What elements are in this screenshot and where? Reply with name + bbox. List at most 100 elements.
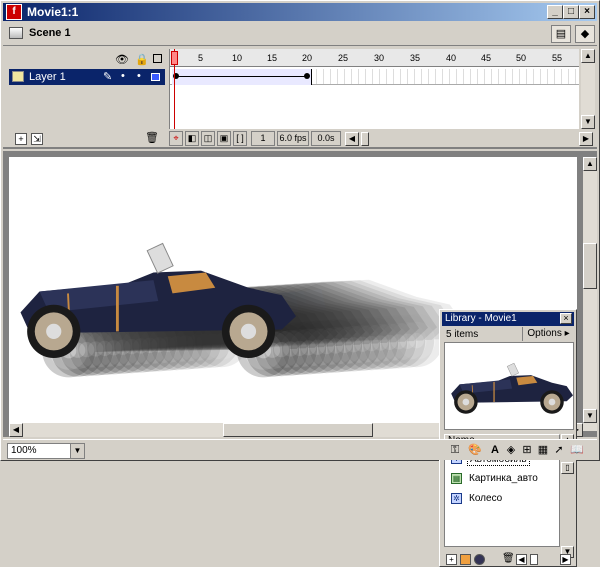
scene-clapper-icon	[9, 27, 23, 39]
options-label: Options	[527, 328, 562, 339]
properties-icon[interactable]	[474, 554, 485, 565]
scene-bar: Scene 1 ▤ ◆	[3, 22, 597, 46]
stage-v-thumb[interactable]	[583, 243, 597, 289]
title-bar: f Movie1:1 _ □ ×	[3, 3, 597, 21]
chevron-down-icon[interactable]: ▼	[70, 444, 84, 458]
frame-ruler[interactable]: 1 5 10 15 20 25 30 35 40 45 50 55	[170, 49, 579, 67]
zoom-value: 100%	[11, 445, 37, 456]
flash-document-window: f Movie1:1 _ □ × Scene 1 ▤ ◆ 👁 🔒 Layer 1…	[0, 0, 600, 567]
scene-panel-icon[interactable]: ▦	[535, 443, 551, 458]
instance-panel-icon[interactable]: ◈	[503, 443, 519, 458]
layer-name: Layer 1	[29, 71, 66, 83]
lock-icon[interactable]: 🔒	[135, 53, 149, 66]
narrow-state-icon[interactable]: ▯	[561, 462, 574, 474]
layer-icon	[12, 71, 24, 82]
status-bar: 100% ▼ ⚿ 🎨 A ◈ ⊞ ▦ ➚ 📖	[3, 439, 597, 460]
library-title: Library - Movie1	[445, 313, 517, 324]
info-panel-icon[interactable]: ⚿	[447, 443, 463, 458]
stage-scroll-down[interactable]: ▼	[583, 409, 597, 423]
outline-color-swatch[interactable]	[151, 73, 160, 81]
ruler-tick: 25	[338, 53, 349, 63]
stage-scroll-left[interactable]: ◀	[9, 423, 23, 437]
layer-header: 👁 🔒	[7, 49, 165, 67]
scroll-up-button[interactable]: ▲	[581, 49, 595, 63]
ruler-tick: 55	[552, 53, 563, 63]
minimize-button[interactable]: _	[547, 5, 563, 19]
library-title-bar: Library - Movie1 ×	[442, 312, 574, 326]
pencil-icon: ✎	[103, 71, 113, 83]
movie-clip-symbol-icon: ✲	[451, 493, 462, 504]
tween-arrow-line	[176, 76, 306, 77]
stage-h-thumb[interactable]	[223, 423, 373, 437]
timeline-h-thumb[interactable]	[361, 132, 369, 146]
timeline-scroll-left[interactable]: ◀	[345, 132, 359, 146]
library-item[interactable]: ▦ Картинка_авто	[445, 470, 559, 488]
library-item[interactable]: ✲ Колесо	[445, 490, 559, 508]
stage-scroll-up[interactable]: ▲	[583, 157, 597, 171]
timeline-status: ⌖ ◧ ◫ ▣ [ ] 1 6.0 fps 0.0s ◀ ▶	[169, 131, 595, 147]
onion-skin-icon[interactable]: ◧	[185, 131, 199, 146]
timeline-scroll-right[interactable]: ▶	[579, 132, 593, 146]
library-scroll-right[interactable]: ▶	[560, 554, 571, 565]
car-preview-image	[451, 362, 573, 414]
playhead-marker[interactable]	[171, 51, 178, 65]
frames-area[interactable]: 1 5 10 15 20 25 30 35 40 45 50 55	[169, 49, 579, 129]
library-options-menu[interactable]: Options ▸	[522, 327, 574, 341]
library-item-list: ✲ Автомобиль ▦ Картинка_авто ✲ Колесо	[444, 447, 560, 547]
library-panel-icon[interactable]: 📖	[569, 443, 585, 458]
flash-app-icon: f	[6, 4, 22, 20]
ruler-tick: 50	[516, 53, 527, 63]
add-guide-layer-icon[interactable]: ⇲	[31, 133, 43, 145]
delete-layer-icon[interactable]: 🗑	[145, 133, 159, 145]
ruler-tick: 40	[446, 53, 457, 63]
stage-vertical-scrollbar[interactable]: ▲ ▼	[583, 157, 597, 431]
timeline-vertical-scrollbar[interactable]: ▲ ▼	[581, 49, 595, 129]
actions-panel-icon[interactable]: ➚	[551, 443, 567, 458]
add-layer-icon[interactable]: +	[15, 133, 27, 145]
new-symbol-icon[interactable]: +	[446, 554, 457, 565]
scroll-down-button[interactable]: ▼	[581, 115, 595, 129]
library-item-label: Колесо	[469, 493, 503, 504]
edit-scene-icon[interactable]: ▤	[551, 25, 571, 43]
edit-multiple-frames-icon[interactable]: ▣	[217, 131, 231, 146]
ruler-tick: 15	[267, 53, 278, 63]
new-folder-icon[interactable]	[460, 554, 471, 565]
bitmap-icon: ▦	[451, 473, 462, 484]
edit-symbols-icon[interactable]: ◆	[575, 25, 595, 43]
library-preview	[444, 342, 574, 430]
onion-outline-icon[interactable]: ◫	[201, 131, 215, 146]
elapsed-time: 0.0s	[311, 131, 341, 146]
timeline-panel: 👁 🔒 Layer 1 ✎ • • + ⇲ 🗑 1 5 10 15 20	[3, 47, 597, 149]
motion-tween-span[interactable]	[172, 69, 312, 85]
outline-icon[interactable]	[153, 54, 162, 63]
modify-markers-icon[interactable]: [ ]	[233, 131, 247, 146]
visibility-dot[interactable]: •	[121, 70, 125, 82]
center-frame-icon[interactable]: ⌖	[169, 131, 183, 146]
align-panel-icon[interactable]: ⊞	[519, 443, 535, 458]
layer-footer: + ⇲ 🗑	[9, 131, 165, 147]
library-item-count: 5 items	[446, 329, 479, 340]
library-scroll-left[interactable]: ◀	[516, 554, 527, 565]
scene-label[interactable]: Scene 1	[29, 27, 71, 39]
maximize-button[interactable]: □	[563, 5, 579, 19]
frame-rate: 6.0 fps	[277, 131, 309, 146]
layer-row-1[interactable]: Layer 1 ✎ • •	[9, 69, 165, 85]
library-h-thumb[interactable]	[530, 554, 538, 565]
library-item-label: Картинка_авто	[469, 473, 538, 484]
lock-dot[interactable]: •	[137, 70, 141, 82]
current-frame: 1	[251, 131, 275, 146]
library-panel: Library - Movie1 × 5 items Options ▸ Nam…	[439, 309, 577, 567]
library-close-button[interactable]: ×	[560, 313, 572, 324]
ruler-tick: 30	[374, 53, 385, 63]
end-keyframe[interactable]	[304, 73, 310, 79]
close-button[interactable]: ×	[579, 5, 595, 19]
ruler-tick: 45	[481, 53, 492, 63]
mixer-panel-icon[interactable]: 🎨	[467, 443, 483, 458]
ruler-tick: 35	[410, 53, 421, 63]
ruler-tick: 20	[302, 53, 313, 63]
ruler-tick: 5	[198, 53, 204, 63]
zoom-select[interactable]: 100% ▼	[7, 443, 85, 459]
eye-icon[interactable]: 👁	[115, 53, 129, 66]
character-panel-icon[interactable]: A	[487, 443, 503, 458]
delete-item-icon[interactable]: 🗑	[502, 554, 515, 565]
